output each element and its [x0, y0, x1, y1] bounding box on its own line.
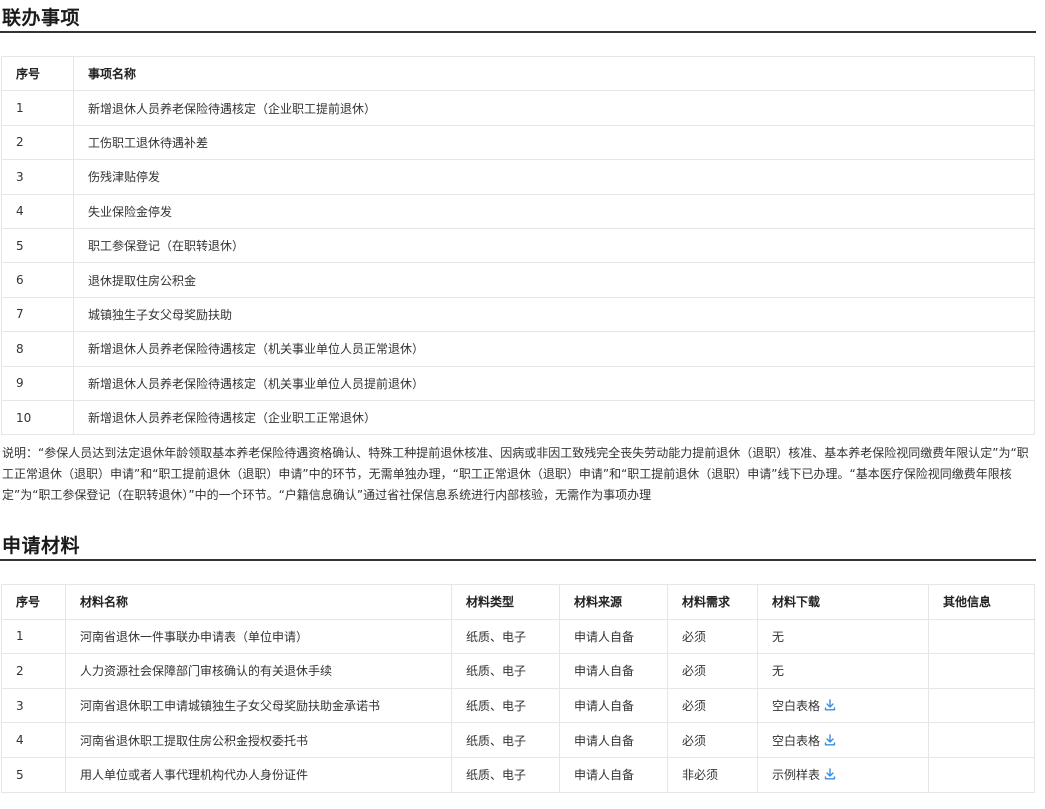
materials-table: 序号 材料名称 材料类型 材料来源 材料需求 材料下载 其他信息 1 河南省退休一…: [1, 584, 1035, 793]
table-row: 10 新增退休人员养老保险待遇核定（企业职工正常退休）: [1, 399, 1035, 436]
section-materials-title: 申请材料: [2, 535, 81, 557]
section-items-rule: [0, 31, 1036, 33]
material-name-cell: 河南省退休职工提取住房公积金授权委托书: [65, 722, 452, 758]
item-name-cell: 伤残津贴停发: [73, 159, 1035, 195]
material-source-cell: 申请人自备: [559, 653, 668, 689]
item-no-cell: 8: [1, 331, 74, 367]
item-no-cell: 1: [1, 90, 74, 126]
item-name-cell: 职工参保登记（在职转退休）: [73, 227, 1035, 264]
header-material-need: 材料需求: [667, 584, 758, 620]
table-row: 4 河南省退休职工提取住房公积金授权委托书 纸质、电子 申请人自备 必须 空白表格: [1, 722, 1035, 758]
table-row: 6 退休提取住房公积金: [1, 262, 1035, 298]
material-no-cell: 4: [1, 722, 66, 758]
item-name-cell: 新增退休人员养老保险待遇核定（企业职工正常退休）: [73, 399, 1035, 436]
table-row: 3 伤残津贴停发: [1, 159, 1035, 195]
table-row: 4 失业保险金停发: [1, 193, 1035, 229]
section-items-title: 联办事项: [2, 7, 81, 29]
material-need-cell: 非必须: [667, 756, 758, 793]
header-material-name: 材料名称: [65, 584, 452, 620]
download-icon[interactable]: [824, 733, 836, 746]
material-type-cell: 纸质、电子: [451, 618, 560, 655]
material-need-cell: 必须: [667, 687, 758, 724]
header-material-download: 材料下载: [757, 584, 929, 620]
material-other-cell: [928, 722, 1035, 758]
download-link-label: 示例样表: [772, 768, 821, 783]
download-link[interactable]: 示例样表: [772, 768, 836, 782]
material-type-cell: 纸质、电子: [451, 653, 560, 689]
material-download-cell: 示例样表: [757, 756, 929, 793]
table-row: 3 河南省退休职工申请城镇独生子女父母奖励扶助金承诺书 纸质、电子 申请人自备 必须 空白…: [1, 687, 1035, 724]
table-row: 5 用人单位或者人事代理机构代办人身份证件 纸质、电子 申请人自备 非必须 示例样表: [1, 756, 1035, 793]
table-row: 1 河南省退休一件事联办申请表（单位申请） 纸质、电子 申请人自备 必须无: [1, 618, 1035, 655]
table-row: 7 城镇独生子女父母奖励扶助: [1, 296, 1035, 333]
table-row: 1 新增退休人员养老保险待遇核定（企业职工提前退休）: [1, 90, 1035, 126]
material-source-cell: 申请人自备: [559, 722, 668, 758]
item-name-cell: 失业保险金停发: [73, 193, 1035, 229]
item-no-cell: 7: [1, 296, 74, 333]
download-icon[interactable]: [824, 768, 836, 780]
material-name-cell: 用人单位或者人事代理机构代办人身份证件: [65, 756, 452, 793]
material-source-cell: 申请人自备: [559, 756, 668, 793]
table-row: 2 工伤职工退休待遇补差: [1, 124, 1035, 161]
material-no-cell: 3: [1, 687, 66, 724]
material-other-cell: [928, 687, 1035, 724]
item-name-cell: 工伤职工退休待遇补差: [73, 124, 1035, 161]
material-no-cell: 1: [1, 618, 66, 655]
material-type-cell: 纸质、电子: [451, 687, 560, 724]
material-no-cell: 5: [1, 756, 66, 793]
item-no-cell: 10: [1, 399, 74, 436]
linked-items-table: 序号 事项名称 1 新增退休人员养老保险待遇核定（企业职工提前退休） 2 工伤职工退休…: [1, 55, 1035, 436]
header-no: 序号: [1, 55, 74, 92]
table-row: 8 新增退休人员养老保险待遇核定（机关事业单位人员正常退休）: [1, 331, 1035, 367]
material-other-cell: [928, 618, 1035, 655]
item-no-cell: 9: [1, 365, 74, 401]
material-need-cell: 必须: [667, 653, 758, 689]
note-text: 说明：“参保人员达到法定退休年龄领取基本养老保险待遇资格确认、特殊工种提前退休核…: [2, 446, 1029, 502]
material-source-cell: 申请人自备: [559, 618, 668, 655]
table-row: 2 人力资源社会保障部门审核确认的有关退休手续 纸质、电子 申请人自备 必须无: [1, 653, 1035, 689]
header-material-source: 材料来源: [559, 584, 668, 620]
download-link[interactable]: 空白表格: [772, 699, 836, 713]
table-row: 9 新增退休人员养老保险待遇核定（机关事业单位人员提前退休）: [1, 365, 1035, 401]
item-name-cell: 退休提取住房公积金: [73, 262, 1035, 298]
material-name-cell: 河南省退休职工申请城镇独生子女父母奖励扶助金承诺书: [65, 687, 452, 724]
download-link-label: 空白表格: [772, 733, 821, 748]
item-no-cell: 3: [1, 159, 74, 195]
item-name-cell: 新增退休人员养老保险待遇核定（企业职工提前退休）: [73, 90, 1035, 126]
item-no-cell: 6: [1, 262, 74, 298]
header-material-type: 材料类型: [451, 584, 560, 620]
table-row: 5 职工参保登记（在职转退休）: [1, 227, 1035, 264]
download-link-label: 空白表格: [772, 699, 821, 714]
item-name-cell: 新增退休人员养老保险待遇核定（机关事业单位人员正常退休）: [73, 331, 1035, 367]
material-no-cell: 2: [1, 653, 66, 689]
header-other-info: 其他信息: [928, 584, 1035, 620]
material-other-cell: [928, 756, 1035, 793]
header-item-name: 事项名称: [73, 55, 1035, 92]
material-download-cell: 无: [757, 618, 929, 655]
section-materials-rule: [0, 559, 1036, 561]
item-no-cell: 4: [1, 193, 74, 229]
download-link[interactable]: 空白表格: [772, 734, 836, 748]
material-name-cell: 人力资源社会保障部门审核确认的有关退休手续: [65, 653, 452, 689]
material-source-cell: 申请人自备: [559, 687, 668, 724]
material-need-cell: 必须: [667, 722, 758, 758]
table-header-row: 序号 材料名称 材料类型 材料来源 材料需求 材料下载 其他信息: [1, 584, 1035, 620]
material-download-cell: 无: [757, 653, 929, 689]
table-header-row: 序号 事项名称: [1, 55, 1035, 92]
download-icon[interactable]: [824, 699, 836, 711]
item-no-cell: 5: [1, 227, 74, 264]
item-name-cell: 城镇独生子女父母奖励扶助: [73, 296, 1035, 333]
material-type-cell: 纸质、电子: [451, 722, 560, 758]
material-other-cell: [928, 653, 1035, 689]
material-type-cell: 纸质、电子: [451, 756, 560, 793]
material-download-cell: 空白表格: [757, 687, 929, 724]
material-need-cell: 必须: [667, 618, 758, 655]
header-no: 序号: [1, 584, 66, 620]
material-name-cell: 河南省退休一件事联办申请表（单位申请）: [65, 618, 452, 655]
item-no-cell: 2: [1, 124, 74, 161]
item-name-cell: 新增退休人员养老保险待遇核定（机关事业单位人员提前退休）: [73, 365, 1035, 401]
material-download-cell: 空白表格: [757, 722, 929, 758]
